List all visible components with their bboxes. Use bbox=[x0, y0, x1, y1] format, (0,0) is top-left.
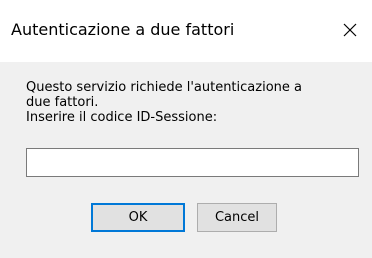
session-id-input[interactable] bbox=[26, 148, 359, 177]
dialog-body: Questo servizio richiede l'autenticazion… bbox=[0, 62, 372, 258]
close-button[interactable] bbox=[332, 14, 368, 46]
message-line-2: due fattori. bbox=[26, 95, 99, 110]
title-bar: Autenticazione a due fattori bbox=[0, 0, 372, 62]
two-factor-dialog: Autenticazione a due fattori Questo serv… bbox=[0, 0, 372, 258]
window-title: Autenticazione a due fattori bbox=[11, 20, 235, 39]
message-line-1: Questo servizio richiede l'autenticazion… bbox=[26, 80, 302, 95]
session-id-prompt: Inserire il codice ID-Sessione: bbox=[26, 110, 218, 125]
cancel-button[interactable]: Cancel bbox=[197, 203, 277, 232]
close-icon bbox=[343, 23, 357, 37]
message-text: Questo servizio richiede l'autenticazion… bbox=[26, 80, 362, 125]
ok-button[interactable]: OK bbox=[91, 203, 185, 232]
